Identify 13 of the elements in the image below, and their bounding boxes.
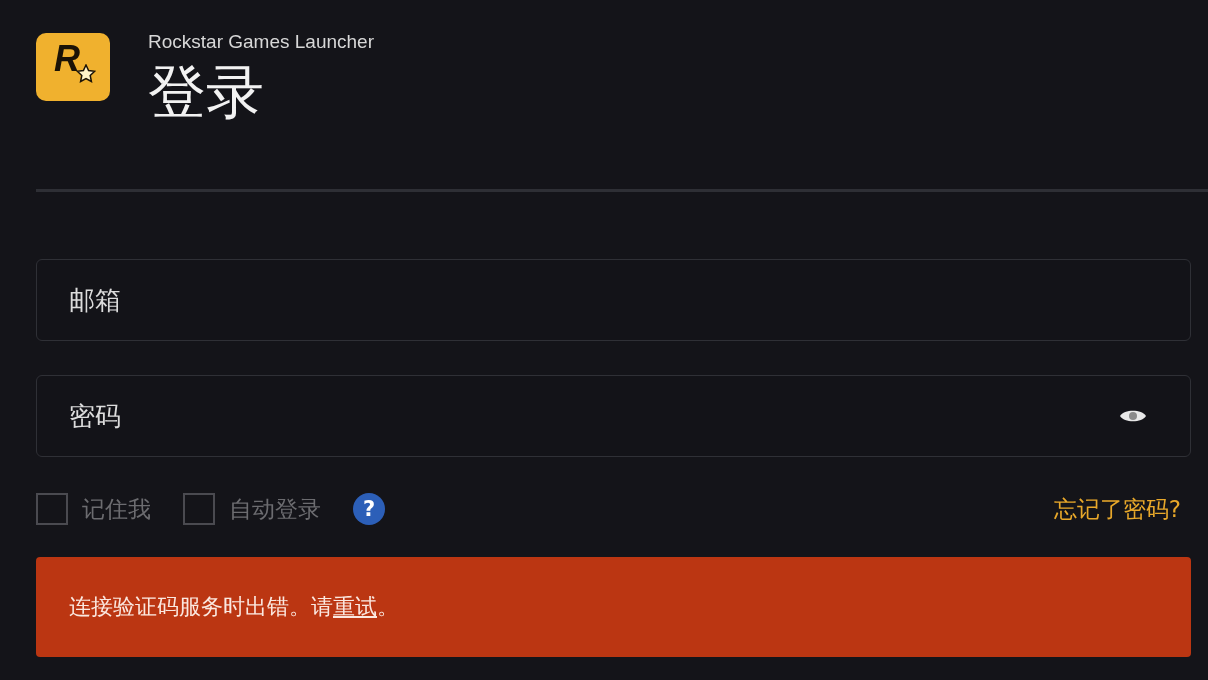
checkbox[interactable]: [183, 493, 215, 525]
logo-icon: R: [36, 33, 110, 101]
app-name: Rockstar Games Launcher: [148, 31, 374, 53]
page-title: 登录: [148, 63, 265, 121]
email-field[interactable]: 邮箱: [36, 259, 1191, 341]
error-message: 连接验证码服务时出错。请重试。: [69, 593, 399, 621]
retry-link[interactable]: 重试: [333, 594, 377, 619]
help-icon[interactable]: ?: [353, 493, 385, 525]
checkbox[interactable]: [36, 493, 68, 525]
password-field[interactable]: 密码: [36, 375, 1191, 457]
checkbox-label: 记住我: [82, 494, 151, 524]
checkbox-label: 自动登录: [229, 494, 321, 524]
forgot-password-link[interactable]: 忘记了密码?: [1053, 493, 1181, 525]
